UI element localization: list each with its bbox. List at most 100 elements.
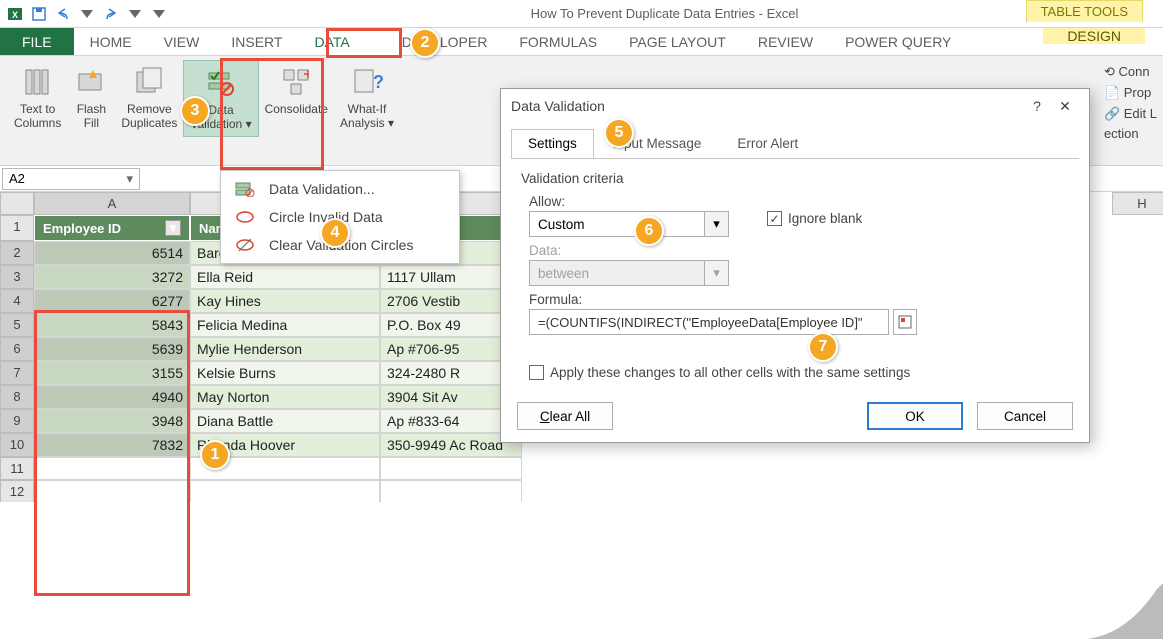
dialog-tab-settings[interactable]: Settings [511,129,594,158]
remove-duplicates-button[interactable]: Remove Duplicates [115,60,183,135]
tab-data[interactable]: DATA [298,28,365,55]
row-header-8[interactable]: 8 [0,385,34,409]
cell-employee-id[interactable]: 3948 [34,409,190,433]
qat-customize-icon[interactable] [148,3,170,25]
cell-name[interactable]: Kay Hines [190,289,380,313]
data-validation-dropdown: Data Validation... Circle Invalid Data C… [220,170,460,264]
cell-employee-id[interactable]: 4940 [34,385,190,409]
row-header-9[interactable]: 9 [0,409,34,433]
cancel-button[interactable]: Cancel [977,402,1073,430]
callout-2: 2 [410,28,440,58]
cell-employee-id[interactable]: 3155 [34,361,190,385]
cell-employee-id[interactable]: 7832 [34,433,190,457]
row-header-6[interactable]: 6 [0,337,34,361]
text-to-columns-button[interactable]: Text to Columns [8,60,67,135]
name-box[interactable]: A2 ▾ [2,168,140,190]
formula-input[interactable]: =(COUNTIFS(INDIRECT("EmployeeData[Employ… [529,309,889,335]
cell-name[interactable]: Felicia Medina [190,313,380,337]
tab-developer[interactable]: DEVELOPER [386,28,504,55]
chevron-down-icon: ▾ [388,116,394,130]
connections-link[interactable]: ⟲ Conn [1104,62,1157,83]
svg-text:?: ? [373,72,383,92]
help-button[interactable]: ? [1023,95,1051,117]
tab-page-layout[interactable]: PAGE LAYOUT [613,28,742,55]
menu-data-validation[interactable]: Data Validation... [221,175,459,203]
tab-formulas[interactable]: FORMULAS [503,28,613,55]
close-button[interactable]: ✕ [1051,95,1079,117]
properties-link[interactable]: 📄 Prop [1104,83,1157,104]
ignore-blank-label: Ignore blank [788,211,862,226]
cell-employee-id[interactable]: 3272 [34,265,190,289]
window-title: How To Prevent Duplicate Data Entries - … [170,6,1159,21]
row-header-2[interactable]: 2 [0,241,34,265]
callout-6: 6 [634,216,664,246]
row-header-5[interactable]: 5 [0,313,34,337]
cell[interactable] [34,457,190,480]
tab-home[interactable]: HOME [74,28,148,55]
redo-icon[interactable] [100,3,122,25]
callout-3: 3 [180,96,210,126]
range-picker-button[interactable] [893,309,917,335]
dialog-tabs: Settings Input Message Error Alert [501,123,1089,158]
apply-all-label: Apply these changes to all other cells w… [550,365,910,380]
remove-duplicates-icon [131,64,167,100]
apply-all-checkbox[interactable]: Apply these changes to all other cells w… [529,365,1069,380]
cell-name[interactable]: Mylie Henderson [190,337,380,361]
allow-combobox[interactable]: Custom ▾ [529,211,729,237]
tab-review[interactable]: REVIEW [742,28,829,55]
chevron-down-icon[interactable]: ▾ [126,171,133,187]
table-header-employee-id[interactable]: Employee ID▾ [34,215,190,241]
cell-name[interactable]: Kelsie Burns [190,361,380,385]
chevron-down-icon[interactable]: ▾ [704,212,728,236]
row-header-7[interactable]: 7 [0,361,34,385]
data-combobox: between ▾ [529,260,729,286]
allow-value: Custom [530,217,704,232]
svg-text:X: X [12,10,18,20]
cell-name[interactable]: May Norton [190,385,380,409]
undo-icon[interactable] [52,3,74,25]
column-header-h[interactable]: H [1112,192,1163,215]
dialog-title: Data Validation [511,98,1023,114]
row-header-3[interactable]: 3 [0,265,34,289]
cell-employee-id[interactable]: 5639 [34,337,190,361]
tab-insert[interactable]: INSERT [215,28,298,55]
callout-1: 1 [200,440,230,470]
excel-icon[interactable]: X [4,3,26,25]
clear-all-button[interactable]: Clear All [517,402,613,430]
flash-fill-button[interactable]: Flash Fill [67,60,115,135]
dialog-tab-error-alert[interactable]: Error Alert [720,129,815,158]
what-if-analysis-button[interactable]: ? What-If Analysis ▾ [334,60,400,135]
row-header-12[interactable]: 12 [0,480,34,502]
tab-view[interactable]: VIEW [148,28,216,55]
cell-employee-id[interactable]: 6514 [34,241,190,265]
what-if-icon: ? [349,64,385,100]
row-header-1[interactable]: 1 [0,215,34,241]
row-header-10[interactable]: 10 [0,433,34,457]
ribbon-tabs: FILE HOME VIEW INSERT DATA DEVELOPER FOR… [0,28,1163,56]
save-icon[interactable] [28,3,50,25]
cell-name[interactable]: Diana Battle [190,409,380,433]
dialog-titlebar[interactable]: Data Validation ? ✕ [501,89,1089,123]
ribbon-right-group: ⟲ Conn 📄 Prop 🔗 Edit L ection [1104,62,1157,145]
select-all-corner[interactable] [0,192,34,215]
undo-dropdown-icon[interactable] [76,3,98,25]
cell-name[interactable]: Ella Reid [190,265,380,289]
row-header-4[interactable]: 4 [0,289,34,313]
tab-file[interactable]: FILE [0,28,74,55]
cell-employee-id[interactable]: 5843 [34,313,190,337]
ignore-blank-checkbox[interactable]: ✓ Ignore blank [767,211,862,226]
cell-employee-id[interactable]: 6277 [34,289,190,313]
name-box-value: A2 [9,171,25,186]
edit-links-link[interactable]: 🔗 Edit L [1104,104,1157,125]
chevron-down-icon: ▾ [246,117,252,131]
row-header-11[interactable]: 11 [0,457,34,480]
filter-button[interactable]: ▾ [165,220,181,236]
ok-button[interactable]: OK [867,402,963,430]
consolidate-button[interactable]: Consolidate [259,60,334,120]
data-validation-dialog: Data Validation ? ✕ Settings Input Messa… [500,88,1090,443]
column-header-a[interactable]: A [34,192,190,215]
callout-4: 4 [320,218,350,248]
redo-dropdown-icon[interactable] [124,3,146,25]
tab-design[interactable]: DESIGN [1043,28,1145,44]
tab-power-query[interactable]: POWER QUERY [829,28,967,55]
